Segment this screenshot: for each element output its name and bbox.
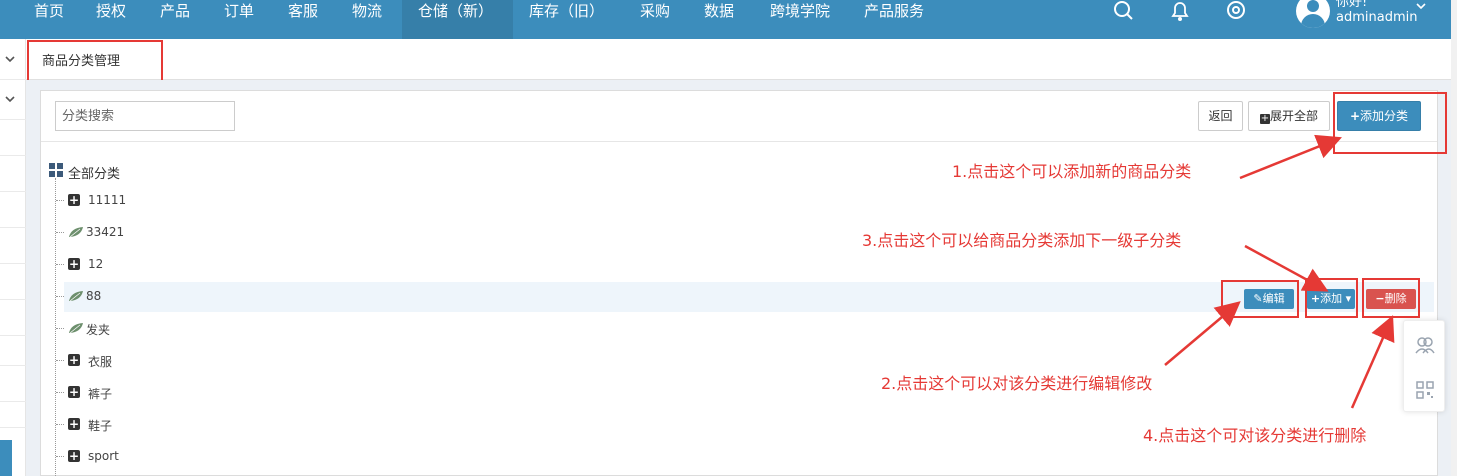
tree-row-label: 88	[86, 289, 102, 303]
annotation-1: 1.点击这个可以添加新的商品分类	[952, 162, 1192, 181]
tree-row-label: sport	[88, 449, 119, 463]
user-name: adminadmin	[1336, 10, 1418, 25]
page-scrollbar[interactable]	[1451, 0, 1457, 476]
expand-icon[interactable]: +	[68, 354, 80, 366]
user-greeting: 你好!	[1336, 0, 1368, 10]
tree-row-label: 衣服	[88, 355, 113, 369]
expand-all-button[interactable]: +展开全部	[1248, 101, 1330, 131]
expand-icon[interactable]: +	[68, 194, 80, 206]
tree-row[interactable]: 发夹	[56, 314, 1434, 344]
tree-connector	[56, 392, 64, 393]
nav-logistics[interactable]: 物流	[340, 0, 394, 39]
qrcode-icon[interactable]	[1416, 381, 1434, 399]
tree-connector	[56, 328, 64, 329]
sidebar	[0, 39, 26, 476]
tree-row[interactable]: 33421	[56, 218, 1434, 248]
category-search-input[interactable]	[55, 101, 235, 131]
tree-row[interactable]: + 裤子	[56, 378, 1434, 408]
highlight-box	[1221, 280, 1299, 318]
tab-bar: 商品分类管理	[26, 39, 1451, 80]
tree-connector	[56, 200, 64, 201]
chevron-down-icon	[1416, 3, 1426, 10]
nav-auth[interactable]: 授权	[84, 0, 138, 39]
tree-connector	[56, 424, 64, 425]
users-icon[interactable]	[1414, 335, 1436, 355]
nav-purchase[interactable]: 采购	[628, 0, 682, 39]
nav-service[interactable]: 客服	[276, 0, 330, 39]
tree-row-label: 12	[88, 257, 104, 271]
nav-inventory-old[interactable]: 库存（旧）	[517, 0, 616, 39]
annotation-3: 3.点击这个可以给商品分类添加下一级子分类	[862, 231, 1182, 250]
gear-icon[interactable]	[1224, 0, 1248, 22]
annotation-2: 2.点击这个可以对该分类进行编辑修改	[881, 374, 1153, 393]
tree-connector	[56, 456, 64, 457]
chevron-down-icon[interactable]	[4, 94, 16, 104]
tree-connector	[56, 360, 64, 361]
search-icon[interactable]	[1111, 0, 1135, 22]
tree-connector	[56, 264, 64, 265]
nav-product-service[interactable]: 产品服务	[852, 0, 936, 39]
tree-guide	[55, 178, 56, 476]
tree-row-label: 裤子	[88, 387, 113, 401]
tree-row-label: 发夹	[86, 323, 111, 337]
tree-row-label: 33421	[86, 225, 125, 239]
tree-connector	[56, 296, 64, 297]
chevron-down-icon[interactable]	[4, 54, 16, 64]
floating-toolbar	[1403, 320, 1445, 412]
nav-orders[interactable]: 订单	[212, 0, 266, 39]
user-menu[interactable]: 你好! adminadmin	[1296, 0, 1426, 30]
tree-row[interactable]: +12	[56, 250, 1434, 280]
nav-data[interactable]: 数据	[692, 0, 746, 39]
bell-icon[interactable]	[1168, 0, 1192, 22]
leaf-icon	[69, 291, 83, 302]
tree-row[interactable]: +11111	[56, 186, 1434, 216]
grid-icon	[49, 163, 63, 177]
nav-home[interactable]: 首页	[22, 0, 76, 39]
tree-connector	[56, 232, 64, 233]
tree-row[interactable]: + 衣服	[56, 346, 1434, 376]
expand-icon[interactable]: +	[68, 450, 80, 462]
expand-all-label: 展开全部	[1269, 109, 1318, 123]
plus-square-icon: +	[1259, 113, 1270, 124]
avatar	[1296, 0, 1330, 28]
highlight-box	[1305, 278, 1358, 318]
nav-warehouse-new[interactable]: 仓储（新）	[402, 0, 513, 39]
highlight-box	[1333, 92, 1447, 154]
nav-products[interactable]: 产品	[148, 0, 202, 39]
nav-academy[interactable]: 跨境学院	[758, 0, 842, 39]
top-nav: 首页 授权 产品 订单 客服 物流 仓储（新） 库存（旧） 采购 数据 跨境学院…	[0, 0, 1451, 39]
expand-icon[interactable]: +	[68, 386, 80, 398]
tree-row-label: 鞋子	[88, 419, 113, 433]
annotation-4: 4.点击这个可对该分类进行删除	[1143, 426, 1367, 445]
panel-toolbar: 返回 +展开全部 +添加分类	[41, 91, 1437, 142]
highlight-box	[1362, 278, 1420, 318]
tree-row-label: 11111	[88, 193, 127, 207]
expand-icon[interactable]: +	[68, 258, 80, 270]
back-button[interactable]: 返回	[1198, 101, 1243, 131]
leaf-icon	[69, 323, 83, 334]
sidebar-badge	[0, 440, 12, 476]
leaf-icon	[69, 227, 83, 238]
highlight-box	[27, 40, 163, 82]
expand-icon[interactable]: +	[68, 418, 80, 430]
tree-row[interactable]: + sport	[56, 442, 1434, 472]
tree-root-label: 全部分类	[68, 167, 121, 182]
